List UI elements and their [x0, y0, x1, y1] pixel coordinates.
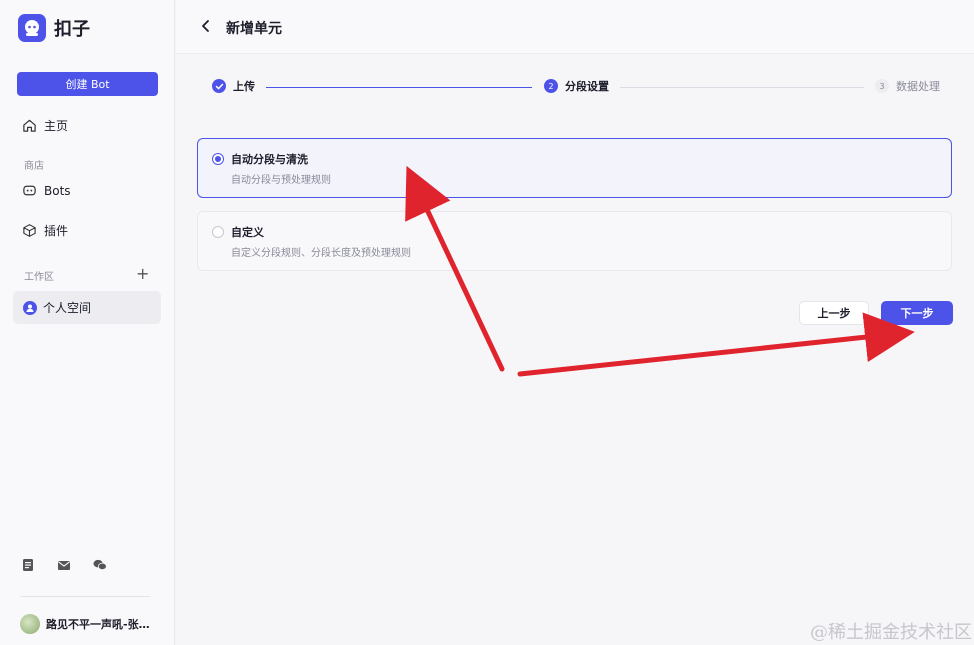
option-title: 自动分段与清洗 [231, 153, 308, 166]
sidebar-item-label: 个人空间 [43, 301, 92, 315]
store-section-label: 商店 [24, 161, 44, 172]
check-icon [212, 79, 226, 93]
sidebar-item-label: Bots [44, 183, 71, 198]
cube-icon [23, 224, 36, 237]
sidebar-item-plugins[interactable]: 插件 [22, 222, 68, 239]
step-connector [620, 87, 864, 88]
document-icon[interactable] [21, 558, 35, 572]
previous-step-button[interactable]: 上一步 [799, 301, 869, 325]
step-number: 2 [544, 79, 558, 93]
sidebar-item-personal-space[interactable]: 个人空间 [13, 291, 161, 324]
workspace-section-label: 工作区 [24, 272, 54, 283]
radio-selected[interactable] [212, 153, 224, 165]
step-number: 3 [875, 79, 889, 93]
option-description: 自定义分段规则、分段长度及预处理规则 [231, 248, 411, 259]
step-upload: 上传 [212, 78, 255, 94]
sidebar-item-bots[interactable]: Bots [22, 183, 71, 198]
option-description: 自动分段与预处理规则 [231, 175, 331, 186]
app-logo[interactable]: 扣子 [18, 14, 90, 42]
next-step-button[interactable]: 下一步 [881, 301, 953, 325]
step-data-processing: 3 数据处理 [875, 78, 940, 94]
mail-icon[interactable] [57, 558, 71, 572]
sidebar-item-label: 插件 [44, 224, 69, 238]
wechat-icon[interactable] [93, 558, 107, 572]
add-workspace-icon[interactable]: + [136, 264, 149, 283]
annotation-arrow-line [517, 312, 915, 377]
sidebar: 扣子 创建 Bot 主页 商店 Bots 插件 工作区 + 个人空间 路见不平一… [0, 0, 175, 645]
step-connector [266, 87, 532, 88]
create-bot-button[interactable]: 创建 Bot [17, 72, 158, 96]
sidebar-item-home[interactable]: 主页 [22, 117, 68, 134]
bot-icon [23, 185, 36, 196]
sidebar-divider [20, 596, 150, 597]
option-auto-segment[interactable]: 自动分段与清洗 自动分段与预处理规则 [197, 138, 952, 198]
coze-logo-icon [18, 14, 46, 42]
back-arrow-icon[interactable] [198, 18, 214, 34]
step-label: 上传 [233, 80, 255, 93]
step-label: 分段设置 [565, 80, 609, 93]
sidebar-item-label: 主页 [44, 119, 69, 133]
step-label: 数据处理 [896, 80, 940, 93]
option-title: 自定义 [231, 226, 264, 239]
person-icon [23, 300, 37, 315]
watermark: @稀土掘金技术社区 [810, 622, 972, 643]
user-name: 路见不平一声吼-张… [46, 618, 150, 631]
page-header: 新增单元 [176, 0, 974, 54]
avatar [20, 614, 40, 634]
radio-unselected[interactable] [212, 226, 224, 238]
option-custom[interactable]: 自定义 自定义分段规则、分段长度及预处理规则 [197, 211, 952, 271]
step-segment-settings: 2 分段设置 [544, 78, 609, 94]
app-name: 扣子 [54, 19, 90, 40]
home-icon [23, 119, 36, 132]
page-title: 新增单元 [226, 21, 282, 37]
user-profile[interactable]: 路见不平一声吼-张… [20, 614, 150, 634]
